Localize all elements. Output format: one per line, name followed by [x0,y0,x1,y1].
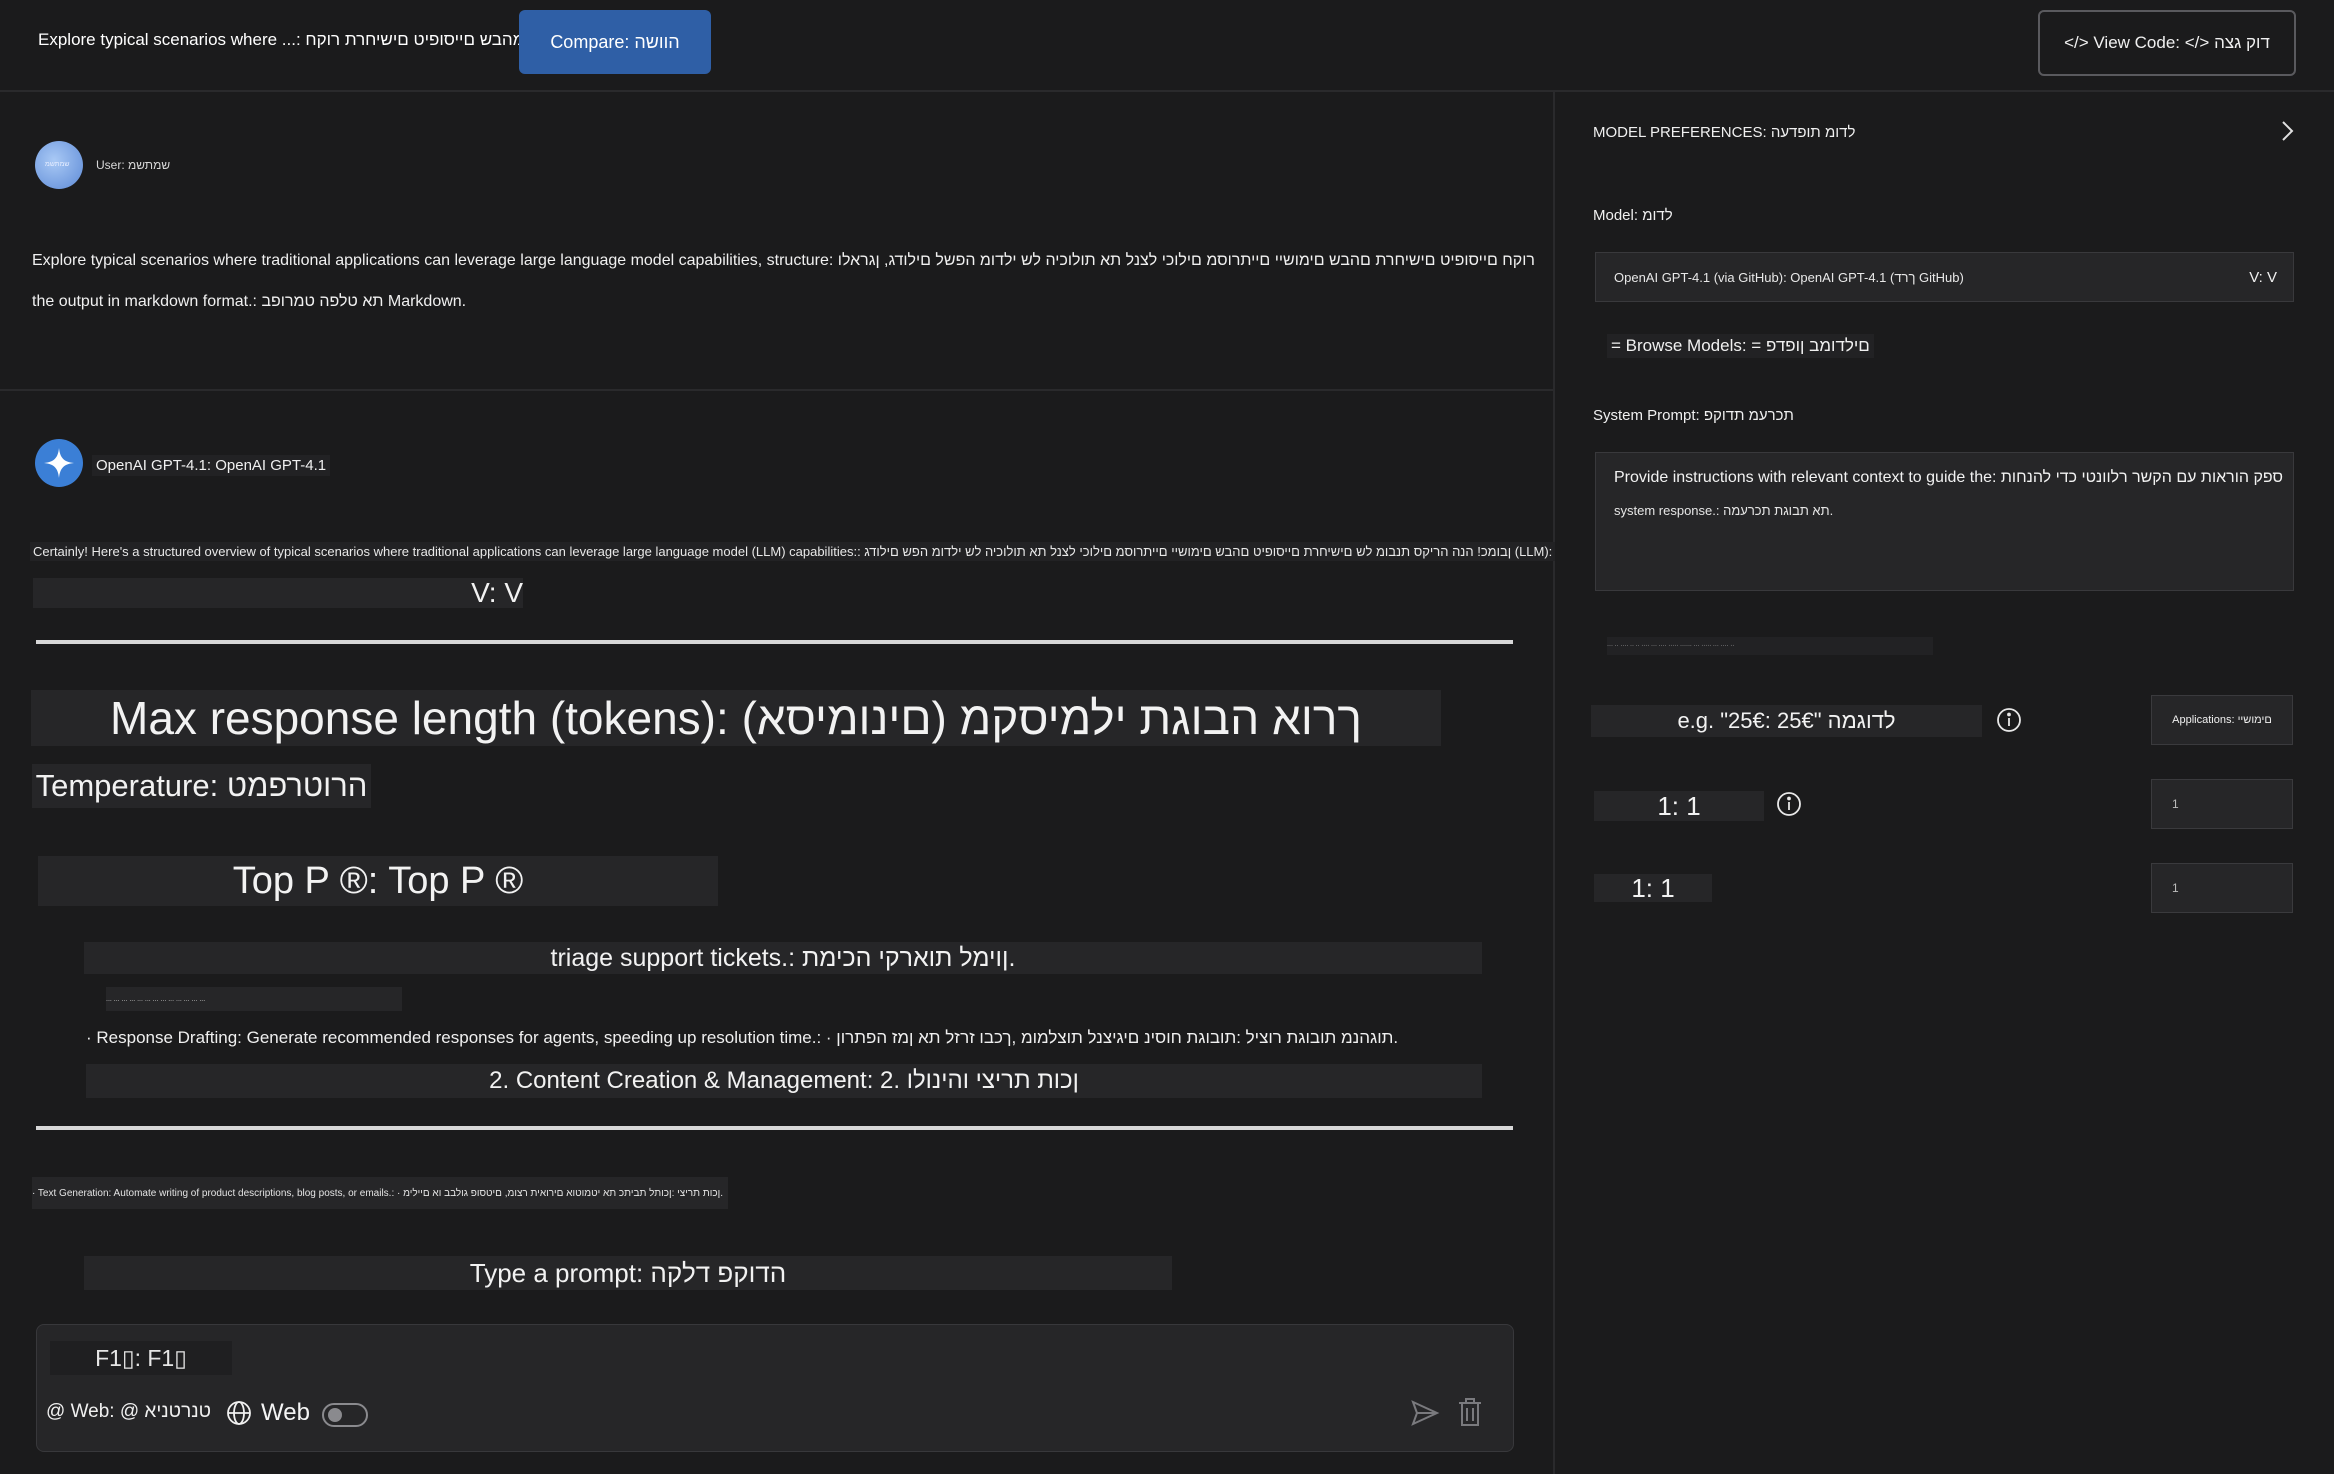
value-label-2: 1: 1 [1594,873,1712,903]
toggle-knob [328,1408,342,1422]
chevron-right-icon[interactable] [2276,118,2298,144]
top-p-heading: Top P ®: Top P ® [38,856,718,906]
max-response-heading: Max response length (tokens): ךרוא הבוגת… [31,690,1441,746]
send-icon[interactable] [1410,1398,1440,1428]
number-input-2-value: 1 [2172,881,2179,895]
divider-rule-2 [36,1126,1513,1130]
info-icon-2[interactable] [1776,791,1802,817]
number-input-1[interactable]: 1 [2151,779,2293,829]
user-message: Explore typical scenarios where traditio… [32,240,1535,322]
text-generation-item: · Text Generation: Automate writing of p… [32,1177,728,1209]
tiny-hint: ··· ·· ···· ·· ·· ···· ··· ···· ····· ··… [1607,637,1933,655]
trash-icon[interactable] [1457,1397,1483,1427]
example-input[interactable]: e.g. "25€: 25€" לדוגמה [1591,705,1982,737]
model-select-value: OpenAI GPT-4.1 (via GitHub): OpenAI GPT-… [1614,270,1964,285]
temperature-heading: Temperature: הרוטרפמט [32,764,371,808]
model-select[interactable]: OpenAI GPT-4.1 (via GitHub): OpenAI GPT-… [1595,252,2294,302]
response-drafting-item: · Response Drafting: Generate recommende… [86,1028,1399,1047]
number-input-1-value: 1 [2172,797,2179,811]
user-message-line-2: the output in markdown format.: תא טלפה … [32,293,467,310]
assistant-name: OpenAI GPT-4.1: OpenAI GPT-4.1 [92,455,331,476]
prompt-placeholder: Type a prompt: הדוקפ דלקה [84,1256,1172,1290]
system-prompt-line-2: system response.: תא תבוגת תכרעמה. [1614,503,1834,518]
version-label: V: V [33,577,523,608]
system-prompt-input[interactable]: Provide instructions with relevant conte… [1595,452,2294,591]
assistant-intro: Certainly! Here's a structured overview … [30,542,1556,561]
user-avatar: שמתשמ [35,141,83,189]
user-message-line-1: Explore typical scenarios where traditio… [32,252,1535,269]
system-prompt-label: System Prompt: תכרעמ תדוקפ [1593,407,1794,424]
web-toggle[interactable] [322,1403,368,1427]
chevron-down-icon: V: V [2249,269,2277,286]
info-icon[interactable] [1996,707,2022,733]
prompt-input-box[interactable] [36,1324,1514,1452]
content-creation-heading: 2. Content Creation & Management: 2. ןכו… [86,1064,1482,1098]
browse-models-link[interactable]: = Browse Models: = םילדומב ןופדפ [1607,334,1874,358]
view-code-button[interactable]: </> View Code: </> דוק גצה [2038,10,2296,76]
value-label-1: 1: 1 [1594,791,1764,821]
message-separator [0,389,1553,391]
prompt-input[interactable]: F1▯: F1▯ [50,1341,232,1375]
compare-button[interactable]: Compare: הוושה [519,10,711,74]
user-avatar-text: שמתשמ [45,161,70,168]
tiny-line: ... ... ... ... ... ... ... ... ... ... … [106,987,402,1011]
web-label: Web [261,1399,310,1426]
applications-button[interactable]: Applications: םימושיי [2151,695,2293,745]
globe-icon [226,1400,252,1426]
openai-sparkle-icon [35,439,83,487]
divider-rule [36,640,1513,644]
triage-line: triage support tickets.: ןוימל תוארקי הכ… [84,942,1482,974]
conversation-title[interactable]: Explore typical scenarios where ...: מהב… [38,30,543,50]
web-mention[interactable]: @ Web: @ טנרטניא [46,1401,211,1423]
system-prompt-line-1: Provide instructions with relevant conte… [1614,469,2283,486]
number-input-2[interactable]: 1 [2151,863,2293,913]
user-name: User: שמתשמ [96,158,171,172]
preferences-title: MODEL PREFERENCES: לדומ תופדעה [1593,124,1856,141]
model-label: Model: לדומ [1593,207,1673,224]
